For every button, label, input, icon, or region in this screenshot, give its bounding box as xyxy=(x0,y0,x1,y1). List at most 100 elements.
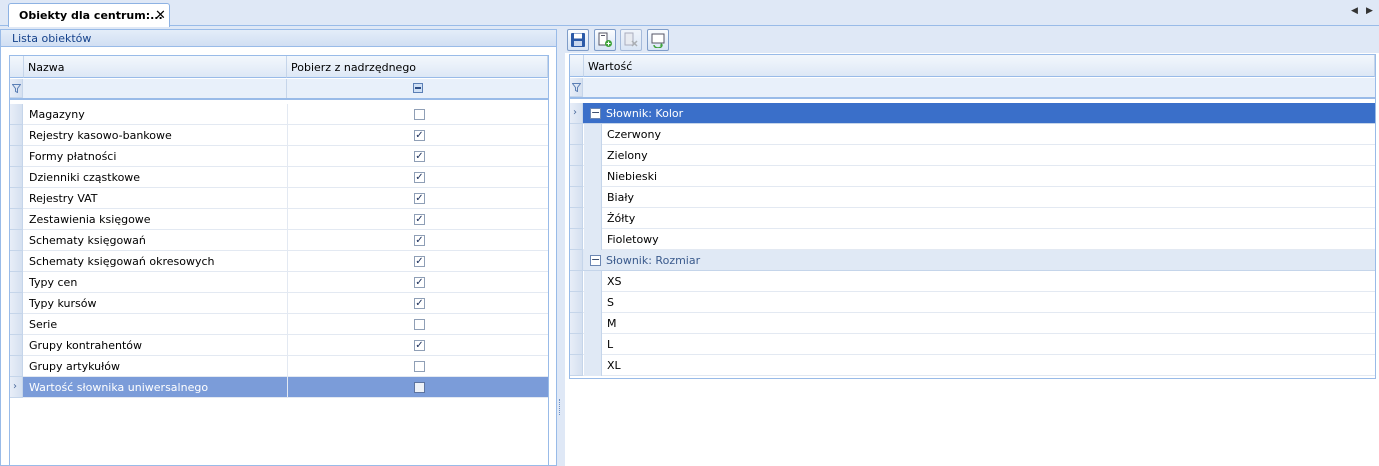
row-indicator[interactable] xyxy=(570,145,583,166)
close-icon[interactable]: ✕ xyxy=(155,8,166,23)
group-indent xyxy=(584,355,602,376)
value-row[interactable]: Zielony xyxy=(570,145,1375,166)
filter-cell-inherit[interactable] xyxy=(287,79,548,98)
row-indicator[interactable] xyxy=(570,271,583,292)
row-indicator[interactable] xyxy=(10,146,23,167)
add-button[interactable] xyxy=(594,29,616,51)
remove-button[interactable] xyxy=(620,29,642,51)
table-row[interactable]: Typy cen ✓ xyxy=(10,272,548,293)
inherit-checkbox[interactable]: ✓ xyxy=(414,298,425,309)
inherit-checkbox[interactable]: ✓ xyxy=(414,172,425,183)
filter-icon[interactable] xyxy=(12,84,21,93)
column-header-name[interactable]: Nazwa xyxy=(24,56,287,78)
table-row[interactable]: Schematy księgowań okresowych ✓ xyxy=(10,251,548,272)
scroll-left-icon[interactable]: ◀ xyxy=(1351,6,1358,16)
row-indicator[interactable] xyxy=(570,124,583,145)
group-row[interactable]: › − Słownik: Kolor xyxy=(570,103,1375,124)
inherit-checkbox[interactable]: ✓ xyxy=(414,277,425,288)
value-row[interactable]: XS xyxy=(570,271,1375,292)
scroll-right-icon[interactable]: ▶ xyxy=(1366,6,1373,16)
filter-cell-name[interactable] xyxy=(24,79,287,98)
table-row[interactable]: Grupy kontrahentów ✓ xyxy=(10,335,548,356)
row-indicator[interactable] xyxy=(10,104,23,125)
row-indicator[interactable] xyxy=(10,230,23,251)
tab-obiekty[interactable]: Obiekty dla centrum:... ✕ xyxy=(8,3,170,27)
row-indicator[interactable] xyxy=(570,229,583,250)
row-indicator[interactable] xyxy=(570,313,583,334)
row-indicator[interactable] xyxy=(570,355,583,376)
filter-cell-value[interactable] xyxy=(584,78,1375,97)
row-indicator[interactable] xyxy=(10,356,23,377)
panel-splitter[interactable] xyxy=(557,29,565,466)
table-row[interactable]: Dzienniki cząstkowe ✓ xyxy=(10,167,548,188)
value-row[interactable]: S xyxy=(570,292,1375,313)
filter-icon[interactable] xyxy=(572,83,581,92)
filter-checkbox-icon[interactable] xyxy=(413,83,423,93)
collapse-icon[interactable]: − xyxy=(590,254,601,266)
table-row[interactable]: › Wartość słownika uniwersalnego xyxy=(10,377,548,398)
table-row[interactable]: Serie xyxy=(10,314,548,335)
inherit-checkbox[interactable] xyxy=(414,382,425,393)
cell-separator xyxy=(287,104,288,125)
column-header-value[interactable]: Wartość xyxy=(584,55,1375,77)
inherit-checkbox[interactable]: ✓ xyxy=(414,130,425,141)
row-indicator[interactable] xyxy=(10,188,23,209)
row-indicator[interactable] xyxy=(10,125,23,146)
save-button[interactable] xyxy=(567,29,589,51)
inherit-checkbox[interactable] xyxy=(414,319,425,330)
inherit-checkbox[interactable]: ✓ xyxy=(414,235,425,246)
table-row[interactable]: Zestawienia księgowe ✓ xyxy=(10,209,548,230)
column-header-inherit[interactable]: Pobierz z nadrzędnego xyxy=(287,56,548,78)
row-indicator[interactable] xyxy=(10,314,23,335)
table-row[interactable]: Formy płatności ✓ xyxy=(10,146,548,167)
inherit-checkbox[interactable]: ✓ xyxy=(414,151,425,162)
row-indicator[interactable]: › xyxy=(570,103,583,124)
value-row[interactable]: Fioletowy xyxy=(570,229,1375,250)
value-label: Niebieski xyxy=(607,170,658,183)
row-indicator[interactable] xyxy=(570,292,583,313)
row-indicator[interactable] xyxy=(570,208,583,229)
row-indicator[interactable] xyxy=(570,166,583,187)
row-indicator[interactable]: › xyxy=(10,377,23,398)
inherit-checkbox[interactable] xyxy=(414,109,425,120)
value-row[interactable]: M xyxy=(570,313,1375,334)
inherit-checkbox[interactable] xyxy=(414,361,425,372)
inherit-checkbox[interactable]: ✓ xyxy=(414,256,425,267)
value-row[interactable]: XL xyxy=(570,355,1375,376)
inherit-checkbox[interactable]: ✓ xyxy=(414,340,425,351)
table-row[interactable]: Schematy księgowań ✓ xyxy=(10,230,548,251)
group-indent xyxy=(584,334,602,355)
value-label: Fioletowy xyxy=(607,233,659,246)
splitter-grip[interactable] xyxy=(559,399,562,415)
collapse-icon[interactable]: − xyxy=(590,107,601,119)
value-label: Biały xyxy=(607,191,634,204)
table-row[interactable]: Rejestry kasowo-bankowe ✓ xyxy=(10,125,548,146)
cell-separator xyxy=(287,146,288,167)
object-name: Rejestry kasowo-bankowe xyxy=(29,129,172,142)
row-indicator[interactable] xyxy=(570,250,583,271)
row-indicator[interactable] xyxy=(10,293,23,314)
value-row[interactable]: Żółty xyxy=(570,208,1375,229)
value-row[interactable]: Niebieski xyxy=(570,166,1375,187)
table-row[interactable]: Rejestry VAT ✓ xyxy=(10,188,548,209)
table-row[interactable]: Magazyny xyxy=(10,104,548,125)
inherit-checkbox[interactable]: ✓ xyxy=(414,214,425,225)
value-row[interactable]: Czerwony xyxy=(570,124,1375,145)
row-indicator[interactable] xyxy=(10,335,23,356)
row-indicator[interactable] xyxy=(10,167,23,188)
cell-separator xyxy=(287,167,288,188)
group-row[interactable]: − Słownik: Rozmiar xyxy=(570,250,1375,271)
inherit-checkbox[interactable]: ✓ xyxy=(414,193,425,204)
row-indicator[interactable] xyxy=(570,187,583,208)
row-indicator[interactable] xyxy=(10,272,23,293)
group-indent xyxy=(584,145,602,166)
table-row[interactable]: Typy kursów ✓ xyxy=(10,293,548,314)
refresh-button[interactable] xyxy=(647,29,669,51)
table-row[interactable]: Grupy artykułów xyxy=(10,356,548,377)
row-indicator[interactable] xyxy=(570,334,583,355)
cell-separator xyxy=(287,293,288,314)
row-indicator[interactable] xyxy=(10,209,23,230)
value-row[interactable]: L xyxy=(570,334,1375,355)
value-row[interactable]: Biały xyxy=(570,187,1375,208)
row-indicator[interactable] xyxy=(10,251,23,272)
